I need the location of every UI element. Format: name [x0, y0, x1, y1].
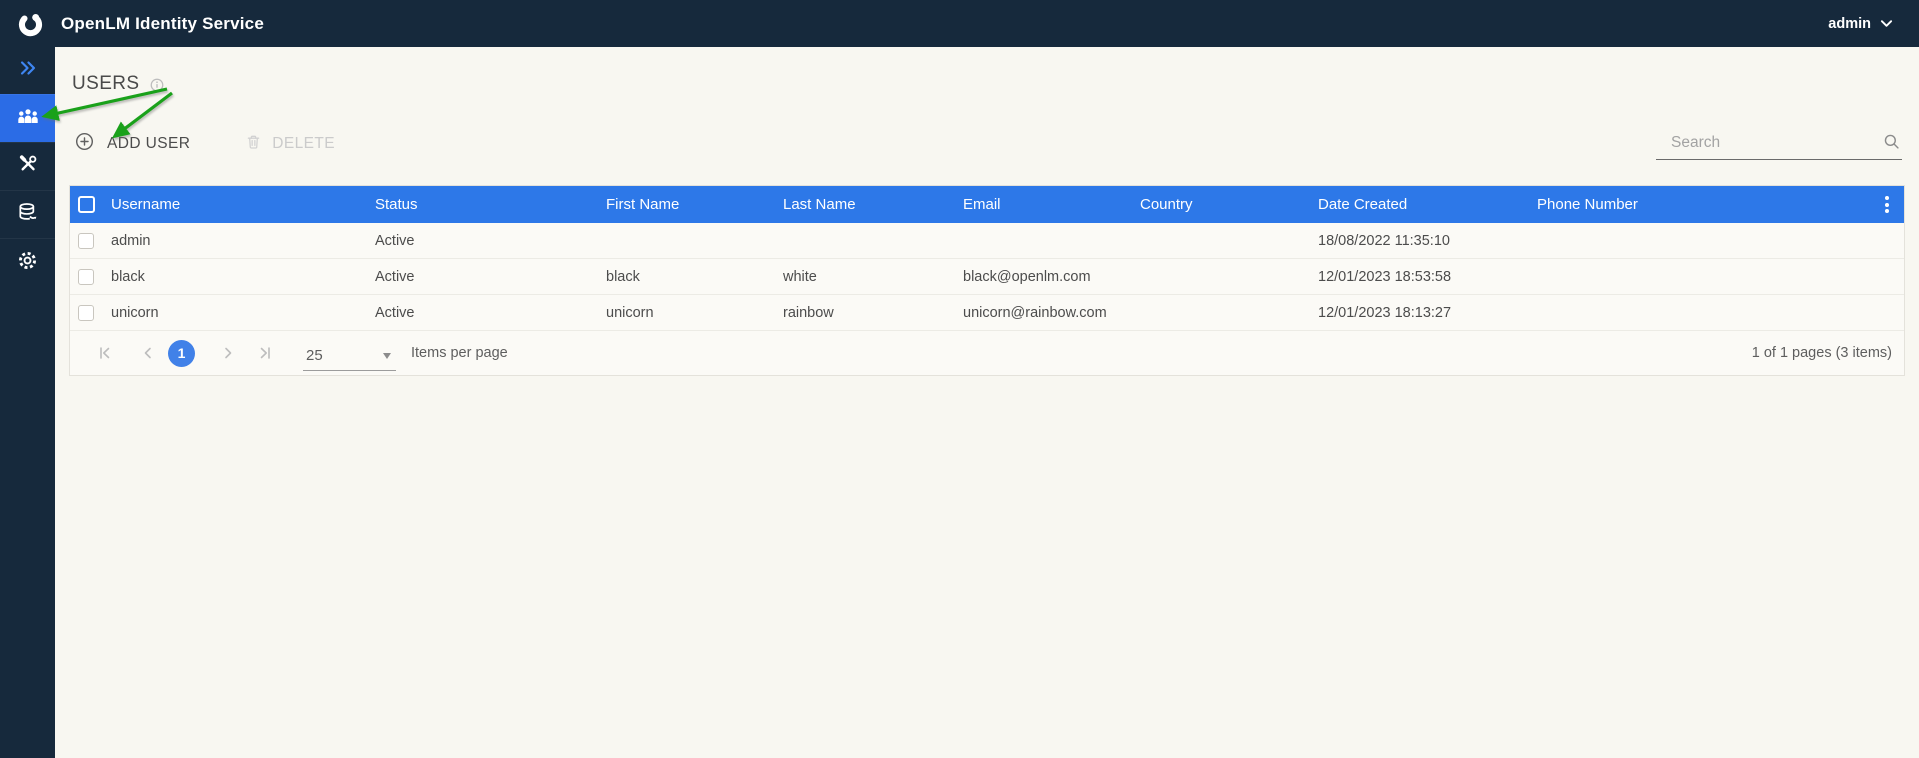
page-summary: 1 of 1 pages (3 items) [1751, 345, 1892, 361]
cell-email: unicorn@rainbow.com [963, 304, 1107, 321]
cell-username: admin [111, 232, 151, 249]
cell-first-name: unicorn [606, 304, 654, 321]
column-menu-icon[interactable] [1882, 193, 1892, 216]
gear-icon [16, 249, 39, 277]
last-page-button[interactable] [258, 346, 272, 360]
column-header-date-created[interactable]: Date Created [1306, 196, 1525, 213]
table-row[interactable]: black Active black white black@openlm.co… [70, 259, 1904, 295]
cell-last-name: rainbow [783, 304, 834, 321]
sidebar-item-users[interactable] [0, 94, 55, 142]
sidebar [0, 47, 55, 758]
pagination-bar: 1 25 Items per page 1 of 1 pages (3 item… [70, 331, 1904, 375]
plus-circle-icon [75, 132, 94, 156]
sidebar-item-data[interactable] [0, 190, 55, 238]
cell-status: Active [375, 304, 415, 321]
items-per-page-select[interactable]: 25 [303, 345, 396, 371]
users-icon [16, 105, 40, 132]
openlm-logo-icon [17, 10, 44, 37]
cell-status: Active [375, 232, 415, 249]
users-table: Username Status First Name Last Name Ema… [69, 185, 1905, 376]
first-page-button[interactable] [98, 346, 112, 360]
row-checkbox[interactable] [78, 304, 94, 321]
dropdown-caret-icon [383, 352, 391, 359]
toolbar: ADD USER DELETE [55, 127, 1919, 161]
main-content: USERS ADD USER DELETE Search Username St… [55, 47, 1919, 758]
cell-date-created: 12/01/2023 18:13:27 [1318, 304, 1452, 321]
cell-email: black@openlm.com [963, 268, 1091, 285]
cell-username: black [111, 268, 145, 285]
cell-username: unicorn [111, 304, 159, 321]
current-page-button[interactable]: 1 [168, 339, 195, 367]
column-header-status[interactable]: Status [363, 196, 594, 213]
page-title: USERS [72, 73, 140, 94]
table-header-row: Username Status First Name Last Name Ema… [70, 186, 1904, 223]
sidebar-item-tools[interactable] [0, 142, 55, 190]
next-page-button[interactable] [221, 346, 235, 360]
column-header-country[interactable]: Country [1128, 196, 1306, 213]
chevron-down-icon [1880, 16, 1893, 32]
column-header-email[interactable]: Email [951, 196, 1128, 213]
cell-last-name: white [783, 268, 817, 285]
database-icon [16, 201, 39, 229]
delete-button[interactable]: DELETE [245, 133, 335, 156]
cell-status: Active [375, 268, 415, 285]
double-chevron-right-icon [17, 57, 39, 84]
column-header-username[interactable]: Username [99, 196, 363, 213]
cell-date-created: 12/01/2023 18:53:58 [1318, 268, 1452, 285]
table-row[interactable]: admin Active 18/08/2022 11:35:10 [70, 223, 1904, 259]
column-header-first-name[interactable]: First Name [594, 196, 771, 213]
search-box [1656, 128, 1902, 160]
cell-date-created: 18/08/2022 11:35:10 [1318, 232, 1450, 249]
tools-icon [17, 153, 39, 180]
items-per-page-value: 25 [306, 347, 323, 364]
row-checkbox[interactable] [78, 268, 94, 285]
sidebar-item-settings[interactable] [0, 238, 55, 286]
row-checkbox[interactable] [78, 232, 94, 249]
app-title: OpenLM Identity Service [61, 13, 264, 33]
table-row[interactable]: unicorn Active unicorn rainbow unicorn@r… [70, 295, 1904, 331]
trash-icon [245, 133, 262, 156]
user-menu[interactable]: admin [1828, 16, 1893, 32]
items-per-page-label: Items per page [411, 345, 508, 361]
add-user-label: ADD USER [107, 135, 191, 152]
add-user-button[interactable]: ADD USER [75, 132, 190, 156]
delete-label: DELETE [272, 135, 335, 152]
topbar: OpenLM Identity Service admin [0, 0, 1919, 47]
column-header-phone-number[interactable]: Phone Number [1525, 196, 1870, 213]
title-row: USERS [55, 47, 1919, 95]
column-header-last-name[interactable]: Last Name [771, 196, 951, 213]
user-menu-label: admin [1828, 15, 1871, 32]
select-all-checkbox[interactable] [78, 196, 95, 213]
previous-page-button[interactable] [141, 346, 155, 360]
search-input[interactable] [1656, 128, 1902, 159]
info-icon[interactable] [150, 78, 164, 92]
sidebar-toggle-expand[interactable] [0, 47, 55, 94]
cell-first-name: black [606, 268, 640, 285]
search-icon[interactable] [1883, 133, 1900, 155]
